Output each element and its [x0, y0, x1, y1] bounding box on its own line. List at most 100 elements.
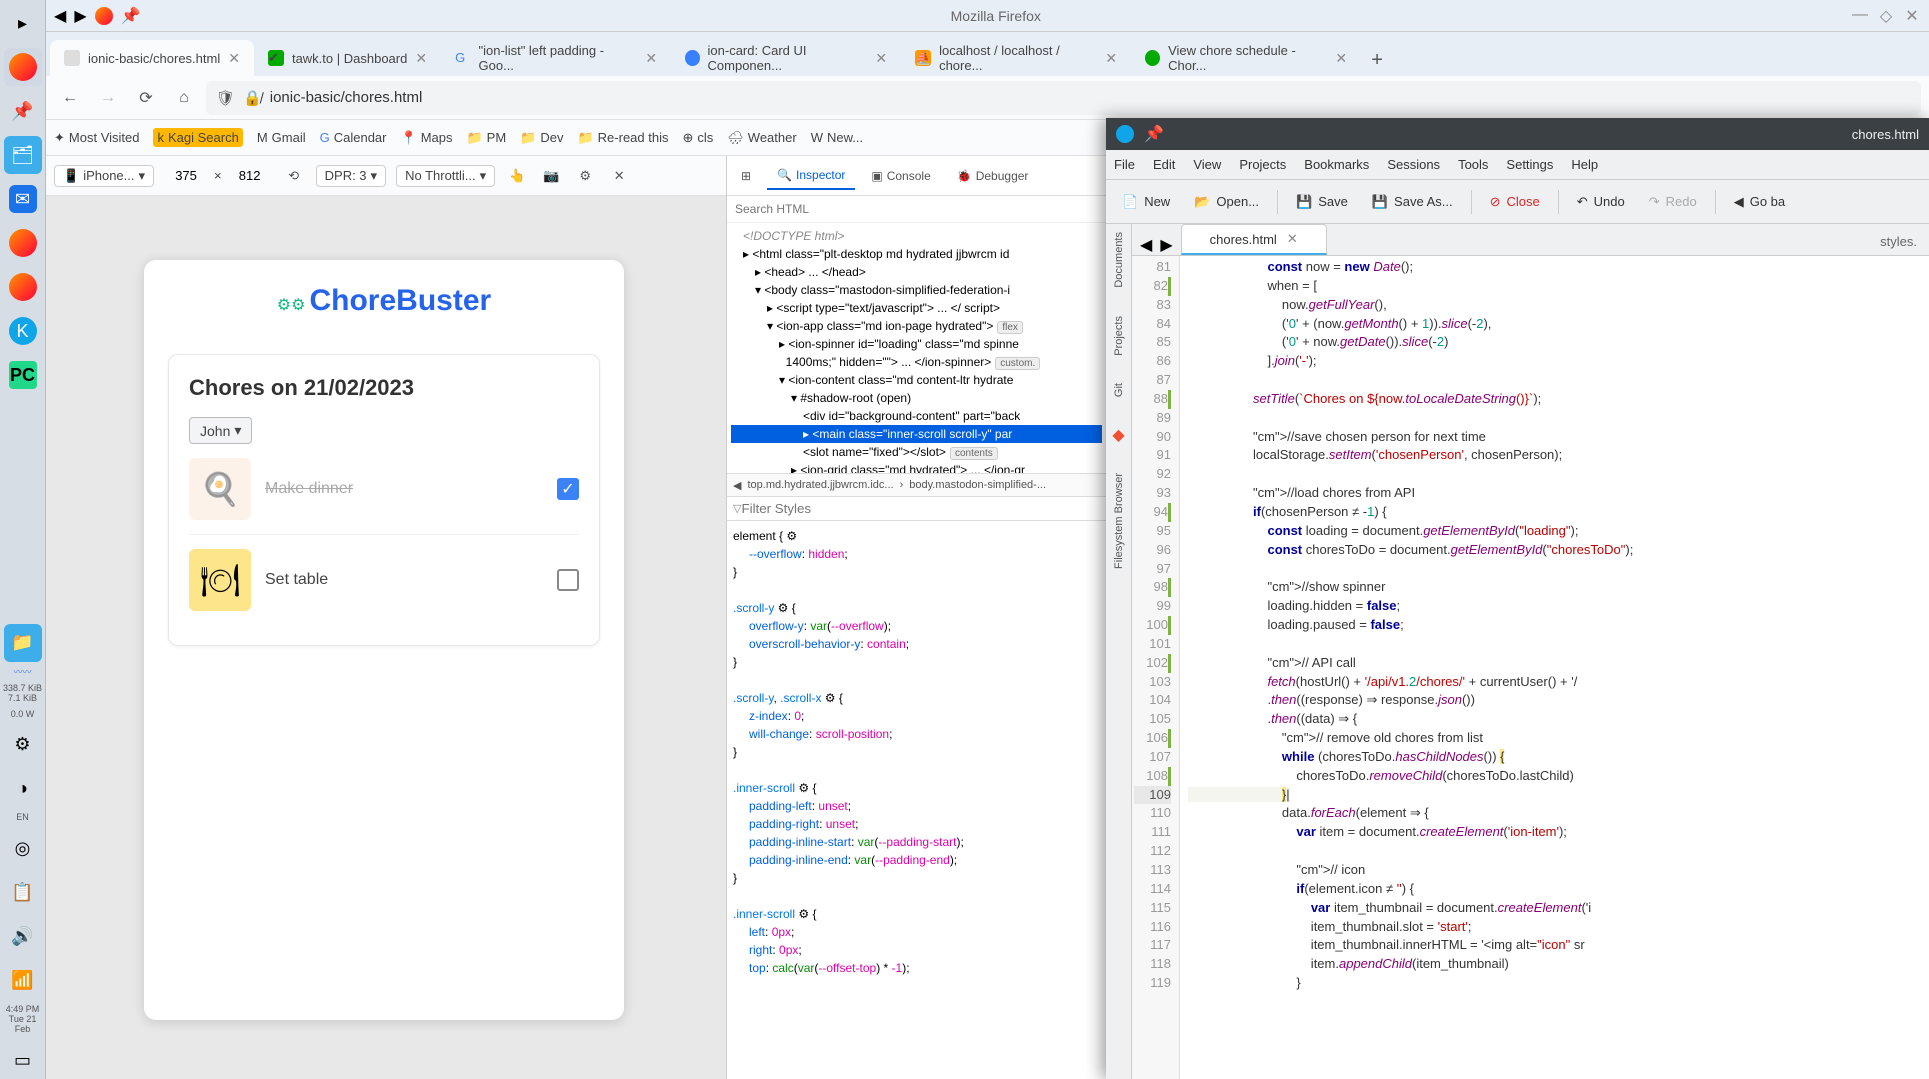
device-select[interactable]: 📱 iPhone... ▾ — [54, 165, 154, 187]
thunderbird-icon[interactable]: ✉ — [4, 180, 42, 218]
bookmark-folder[interactable]: 📁 Re-read this — [577, 130, 668, 146]
filter-styles-input[interactable] — [741, 501, 1100, 516]
close-tab-icon[interactable]: ✕ — [645, 50, 657, 67]
menu-view[interactable]: View — [1193, 157, 1221, 172]
styles-pane[interactable]: element { ⚙ --overflow: hidden; } .scrol… — [727, 521, 1106, 1079]
menu-help[interactable]: Help — [1571, 157, 1598, 172]
bookmark-item[interactable]: W New... — [811, 130, 863, 145]
menu-projects[interactable]: Projects — [1239, 157, 1286, 172]
url-bar[interactable]: 🛡 🔒̸ ionic-basic/chores.html — [206, 81, 1921, 115]
touch-icon[interactable]: 👆 — [505, 164, 529, 188]
home-button[interactable]: ⌂ — [168, 82, 200, 114]
tab-1[interactable]: ✔tawk.to | Dashboard✕ — [254, 40, 441, 76]
tab-0[interactable]: ionic-basic/chores.html✕ — [50, 40, 254, 76]
git-icon[interactable]: ◆ — [1112, 425, 1124, 445]
chore-checkbox[interactable] — [557, 569, 579, 591]
close-button[interactable]: ⊘ Close — [1480, 188, 1550, 216]
tab-console[interactable]: ▣ Console — [861, 163, 940, 189]
close-tab-icon[interactable]: ✕ — [875, 50, 887, 67]
dom-tree[interactable]: <!DOCTYPE html> ▸ <html class="plt-deskt… — [727, 223, 1106, 473]
bookmark-folder[interactable]: 📁 PM — [466, 130, 506, 146]
undo-button[interactable]: ↶ Undo — [1567, 188, 1635, 216]
open-button[interactable]: 📂 Open... — [1184, 188, 1269, 216]
tab-5[interactable]: View chore schedule - Chor...✕ — [1131, 40, 1361, 76]
menu-tools[interactable]: Tools — [1458, 157, 1488, 172]
close-tab-icon[interactable]: ✕ — [1105, 50, 1117, 67]
back-button[interactable]: ← — [54, 82, 86, 114]
sidebar-documents[interactable]: Documents — [1113, 232, 1125, 288]
menu-file[interactable]: File — [1114, 157, 1135, 172]
bookmark-folder[interactable]: 📁 Dev — [520, 130, 563, 146]
tab-2[interactable]: G"ion-list" left padding - Goo...✕ — [441, 40, 671, 76]
bookmark-item[interactable]: M Gmail — [257, 130, 306, 145]
close-tab-icon[interactable]: ✕ — [228, 50, 240, 67]
goback-button[interactable]: ◀ Go ba — [1724, 188, 1795, 216]
tab-inspector[interactable]: 🔍 Inspector — [767, 162, 855, 190]
html-search-input[interactable] — [733, 200, 1100, 218]
minimize-icon[interactable]: — — [1851, 6, 1869, 26]
kate-icon[interactable]: K — [4, 312, 42, 350]
code-content[interactable]: const now = new Date(); when = [ now.get… — [1180, 256, 1929, 1079]
bookmark-item[interactable]: ✦ Most Visited — [54, 130, 139, 146]
menu-settings[interactable]: Settings — [1506, 157, 1553, 172]
settings-icon[interactable]: ⚙ — [573, 164, 597, 188]
breadcrumb-back-icon[interactable]: ◀ — [733, 479, 741, 492]
close-window-icon[interactable]: ✕ — [1903, 6, 1921, 26]
sidebar-fs[interactable]: Filesystem Browser — [1113, 473, 1125, 569]
code-editor[interactable]: 8182838485868788899091929394959697989910… — [1132, 256, 1929, 1079]
files-icon[interactable]: 🗂 — [4, 136, 42, 174]
close-tab-icon[interactable]: ✕ — [415, 50, 427, 67]
bookmark-item[interactable]: k Kagi Search — [153, 128, 242, 147]
kate-tab-active[interactable]: chores.html✕ — [1181, 224, 1327, 255]
forward-icon[interactable]: ▶ — [74, 6, 86, 26]
tray2-icon[interactable]: ◑ — [4, 769, 42, 807]
bookmark-item[interactable]: G Calendar — [320, 130, 387, 145]
pin-icon[interactable]: 📌 — [1144, 124, 1164, 144]
wifi-icon[interactable]: 📶 — [4, 961, 42, 999]
screenshot-icon[interactable]: 📷 — [539, 164, 563, 188]
firefox2-icon[interactable] — [4, 224, 42, 262]
kate-tab-styles[interactable]: styles. — [1868, 228, 1929, 255]
bookmark-item[interactable]: ⊕ cls — [682, 130, 713, 146]
menu-bookmarks[interactable]: Bookmarks — [1304, 157, 1369, 172]
firefox3-icon[interactable] — [4, 268, 42, 306]
save-button[interactable]: 💾 Save — [1286, 188, 1358, 216]
menu-sessions[interactable]: Sessions — [1387, 157, 1440, 172]
tab-4[interactable]: ⛵localhost / localhost / chore...✕ — [901, 40, 1131, 76]
tray1-icon[interactable]: ⚙ — [4, 725, 42, 763]
files2-icon[interactable]: 📁 — [4, 624, 42, 662]
tray3-icon[interactable]: ◎ — [4, 829, 42, 867]
new-tab-button[interactable]: + — [1361, 44, 1393, 76]
height-input[interactable] — [228, 168, 272, 183]
person-select[interactable]: John ▾ — [189, 417, 252, 444]
lang-indicator[interactable]: EN — [16, 813, 29, 823]
breadcrumb-bar[interactable]: ◀ top.md.hydrated.jjbwrcm.idc... › body.… — [727, 473, 1106, 497]
close-tab-icon[interactable]: ✕ — [1335, 50, 1347, 67]
close-rdm-icon[interactable]: ✕ — [607, 164, 631, 188]
throttle-select[interactable]: No Throttli... ▾ — [396, 165, 495, 187]
sidebar-projects[interactable]: Projects — [1113, 316, 1125, 356]
next-doc-icon[interactable]: ▶ — [1160, 235, 1172, 255]
app-menu-icon[interactable]: ▸ — [4, 4, 42, 42]
dpr-select[interactable]: DPR: 3 ▾ — [316, 165, 386, 187]
sidebar-git[interactable]: Git — [1113, 383, 1125, 397]
bookmark-item[interactable]: 📍 Maps — [401, 130, 453, 146]
maximize-icon[interactable]: ◇ — [1877, 6, 1895, 26]
pycharm-icon[interactable]: PC — [4, 356, 42, 394]
clipboard-icon[interactable]: 📋 — [4, 873, 42, 911]
rotate-icon[interactable]: ⟲ — [282, 164, 306, 188]
saveas-button[interactable]: 💾 Save As... — [1362, 188, 1463, 216]
prev-doc-icon[interactable]: ◀ — [1140, 235, 1152, 255]
close-tab-icon[interactable]: ✕ — [1287, 231, 1298, 247]
shield-icon[interactable]: 🛡 — [216, 89, 235, 107]
show-desktop-icon[interactable]: ▭ — [4, 1041, 42, 1079]
tab-debugger[interactable]: 🐞 Debugger — [947, 163, 1039, 189]
tab-3[interactable]: ion-card: Card UI Componen...✕ — [671, 40, 901, 76]
back-icon[interactable]: ◀ — [54, 6, 66, 26]
width-input[interactable] — [164, 168, 208, 183]
pin-icon[interactable]: 📌 — [4, 92, 42, 130]
pin-window-icon[interactable]: 📌 — [121, 6, 141, 26]
reload-button[interactable]: ⟳ — [130, 82, 162, 114]
pick-element-icon[interactable]: ⊞ — [731, 163, 761, 189]
new-button[interactable]: 📄 New — [1112, 188, 1180, 216]
